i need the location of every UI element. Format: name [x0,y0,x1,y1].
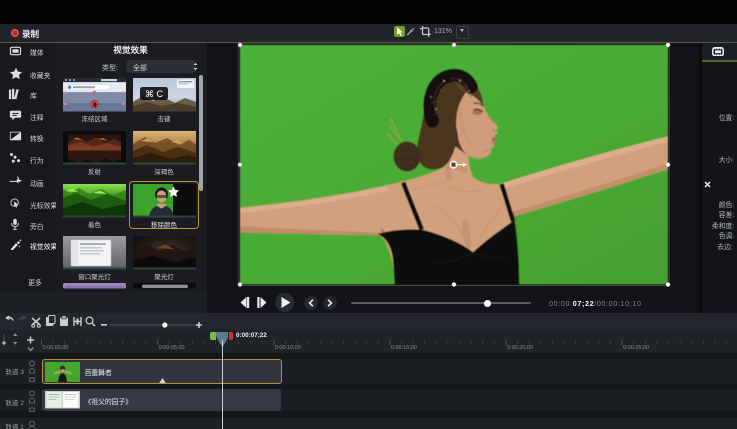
svg-text:0:00:15;00: 0:00:15;00 [391,345,417,351]
svg-text:0:00:25;00: 0:00:25;00 [623,345,649,351]
svg-text:0:00:05;00: 0:00:05;00 [159,345,185,351]
svg-text:0:00:10;00: 0:00:10;00 [275,345,301,351]
svg-text:0:00:20;00: 0:00:20;00 [507,345,533,351]
svg-text:0:00:00;00: 0:00:00;00 [43,345,69,351]
svg-text:⌘ C: ⌘ C [145,89,164,99]
